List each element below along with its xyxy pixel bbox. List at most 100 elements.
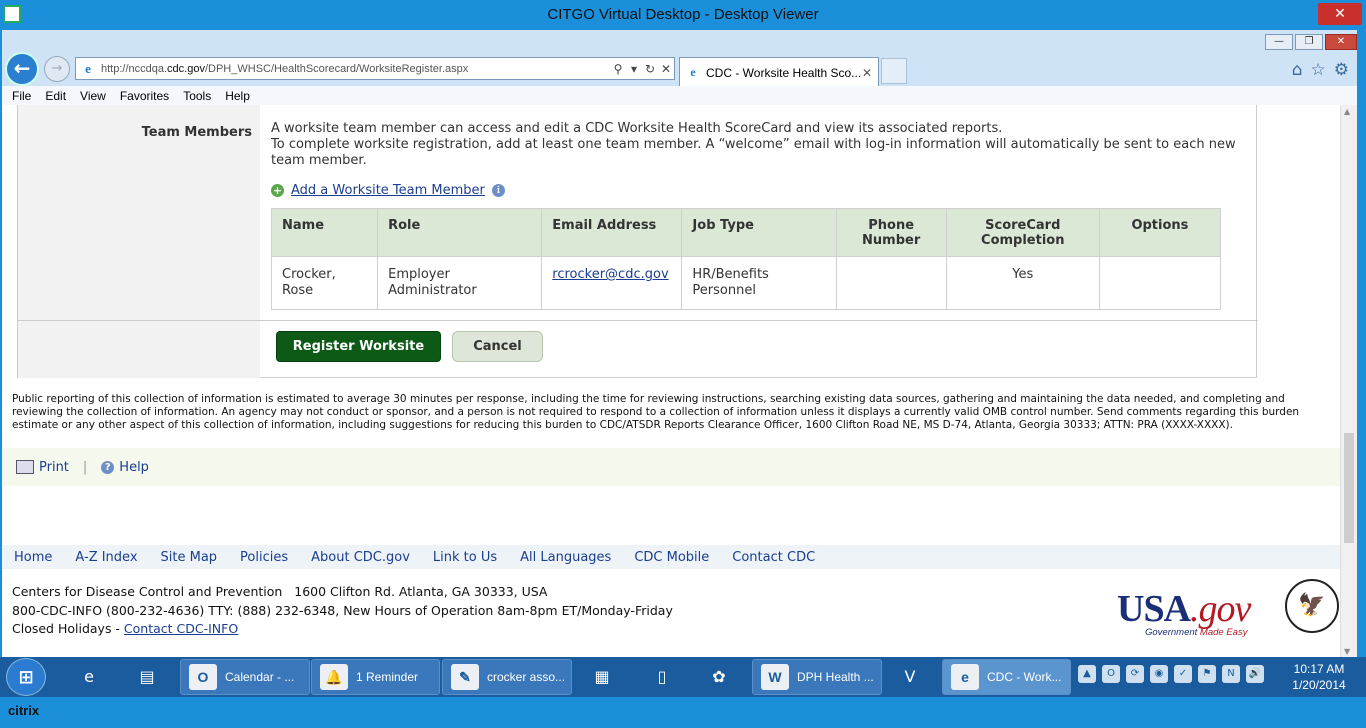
taskbar-dph-health[interactable]: W DPH Health ... — [752, 659, 882, 695]
footer-link-link-to-us[interactable]: Link to Us — [433, 550, 497, 565]
tray-office-icon[interactable]: O — [1102, 665, 1120, 683]
tray-onenote-icon[interactable]: N — [1222, 665, 1240, 683]
team-members-table: Name Role Email Address Job Type Phone N… — [270, 208, 1222, 310]
col-role: Role — [377, 208, 543, 257]
close-button[interactable]: ✕ — [1325, 34, 1357, 50]
visio-icon[interactable]: V — [893, 661, 927, 693]
windows-taskbar: ⊞ e ▤ O Calendar - ... 🔔 1 Reminder ✎ crock… — [0, 657, 1366, 697]
cell-job-type: HR/Benefits Personnel — [681, 256, 837, 310]
menu-edit[interactable]: Edit — [45, 89, 66, 103]
menu-file[interactable]: File — [12, 89, 31, 103]
taskbar-clock[interactable]: 10:17 AM 1/20/2014 — [1276, 661, 1362, 693]
tab-close-icon[interactable]: ✕ — [862, 66, 872, 80]
search-icon[interactable]: ⚲ — [610, 62, 626, 76]
ie-page-icon: e — [85, 60, 91, 76]
menu-help[interactable]: Help — [225, 89, 250, 103]
paint-icon[interactable]: ✿ — [702, 661, 736, 693]
document-icon: ✎ — [451, 664, 479, 690]
footer-link-policies[interactable]: Policies — [240, 550, 288, 565]
hhs-seal-icon[interactable]: 🦅 — [1285, 579, 1339, 633]
table-row: Crocker, Rose Employer Administrator rcr… — [270, 256, 1222, 310]
cell-name: Crocker, Rose — [270, 256, 379, 310]
col-name: Name — [270, 208, 379, 257]
calculator-icon[interactable]: ▦ — [585, 661, 619, 693]
restore-button[interactable]: ❐ — [1295, 34, 1323, 50]
citrix-close-button[interactable]: ✕ — [1318, 3, 1362, 25]
outlook-icon: O — [189, 664, 217, 690]
url-text[interactable]: http://nccdqa.cdc.gov/DPH_WHSC/HealthSco… — [101, 63, 610, 75]
tray-sync-icon[interactable]: ⟳ — [1126, 665, 1144, 683]
word-icon: W — [761, 664, 789, 690]
team-description: A worksite team member can access and ed… — [271, 121, 1236, 168]
usagov-logo[interactable]: USA.gov Government Made Easy — [1095, 583, 1280, 639]
tray-app-icon[interactable]: ◉ — [1150, 665, 1168, 683]
printer-icon[interactable] — [16, 460, 34, 474]
file-explorer-icon[interactable]: ▤ — [130, 661, 164, 693]
dropdown-icon[interactable]: ▾ — [626, 62, 642, 76]
back-button[interactable]: ← — [5, 52, 39, 86]
add-team-member-link[interactable]: Add a Worksite Team Member — [291, 183, 485, 198]
register-worksite-button[interactable]: Register Worksite — [276, 331, 441, 362]
registration-form: Team Members A worksite team member can … — [17, 105, 1258, 378]
footer-link-az-index[interactable]: A-Z Index — [75, 550, 137, 565]
tray-flag-icon[interactable]: ⚑ — [1198, 665, 1216, 683]
refresh-icon[interactable]: ↻ — [642, 62, 658, 76]
window-controls: — ❐ ✕ — [1265, 34, 1357, 50]
ie-app-icon: e — [951, 664, 979, 690]
team-members-label: Team Members — [141, 125, 252, 140]
footer-link-home[interactable]: Home — [14, 550, 52, 565]
vertical-scrollbar[interactable]: ▲ ▼ — [1340, 105, 1357, 658]
gear-icon[interactable]: ⚙ — [1334, 60, 1349, 80]
tab-cdc-worksite[interactable]: e CDC - Worksite Health Sco... ✕ — [679, 57, 879, 87]
menu-view[interactable]: View — [80, 89, 106, 103]
tray-arrow-icon[interactable]: ▲ — [1078, 665, 1096, 683]
email-link[interactable]: rcrocker@cdc.gov — [552, 267, 668, 282]
tool-separator: | — [82, 459, 88, 475]
taskbar-reminder[interactable]: 🔔 1 Reminder — [311, 659, 440, 695]
citrix-logo: citrix — [8, 703, 40, 718]
footer-link-site-map[interactable]: Site Map — [161, 550, 218, 565]
taskbar-crocker[interactable]: ✎ crocker asso... — [442, 659, 572, 695]
tray-volume-icon[interactable]: 🔊 — [1246, 665, 1264, 683]
info-icon[interactable]: i — [491, 184, 505, 197]
ie-taskbar-icon[interactable]: e — [72, 661, 106, 693]
home-icon[interactable]: ⌂ — [1292, 60, 1303, 80]
browser-tools: ⌂ ☆ ⚙ — [1292, 60, 1349, 80]
scroll-up-icon[interactable]: ▲ — [1344, 107, 1350, 116]
menu-tools[interactable]: Tools — [183, 89, 211, 103]
help-icon[interactable]: ? — [101, 460, 115, 474]
ie-tab-icon: e — [690, 65, 696, 79]
cell-role: Employer Administrator — [377, 256, 543, 310]
scroll-down-icon[interactable]: ▼ — [1344, 647, 1350, 656]
contact-cdc-info-link[interactable]: Contact CDC-INFO — [124, 621, 238, 636]
print-link[interactable]: Print — [39, 460, 69, 475]
col-job-type: Job Type — [681, 208, 837, 257]
page-tools-bar: Print | ? Help — [2, 448, 1340, 486]
citrix-bottom-bar: citrix — [0, 697, 1366, 728]
tab-title: CDC - Worksite Health Sco... — [706, 65, 862, 80]
forward-button[interactable]: → — [44, 56, 70, 82]
address-bar[interactable]: e http://nccdqa.cdc.gov/DPH_WHSC/HealthS… — [75, 57, 675, 80]
col-email: Email Address — [541, 208, 683, 257]
start-button[interactable]: ⊞ — [6, 658, 46, 696]
tray-check-icon[interactable]: ✓ — [1174, 665, 1192, 683]
footer-link-about[interactable]: About CDC.gov — [311, 550, 410, 565]
footer-link-mobile[interactable]: CDC Mobile — [634, 550, 709, 565]
notepad-icon[interactable]: ▯ — [645, 661, 679, 693]
taskbar-cdc-work[interactable]: e CDC - Work... — [942, 659, 1071, 695]
cancel-button[interactable]: Cancel — [452, 331, 543, 362]
system-tray: ▲ O ⟳ ◉ ✓ ⚑ N 🔊 — [1078, 665, 1264, 683]
help-link[interactable]: Help — [119, 460, 149, 475]
add-plus-icon[interactable]: + — [271, 184, 284, 197]
taskbar-calendar[interactable]: O Calendar - ... — [180, 659, 310, 695]
favorites-star-icon[interactable]: ☆ — [1311, 60, 1326, 80]
minimize-button[interactable]: — — [1265, 34, 1293, 50]
stop-icon[interactable]: ✕ — [658, 62, 674, 76]
menu-favorites[interactable]: Favorites — [120, 89, 169, 103]
cell-phone — [835, 256, 947, 310]
footer-link-languages[interactable]: All Languages — [520, 550, 611, 565]
burden-statement: Public reporting of this collection of i… — [12, 393, 1300, 431]
footer-link-contact[interactable]: Contact CDC — [732, 550, 815, 565]
new-tab-button[interactable] — [881, 58, 907, 84]
scroll-thumb[interactable] — [1344, 433, 1354, 543]
